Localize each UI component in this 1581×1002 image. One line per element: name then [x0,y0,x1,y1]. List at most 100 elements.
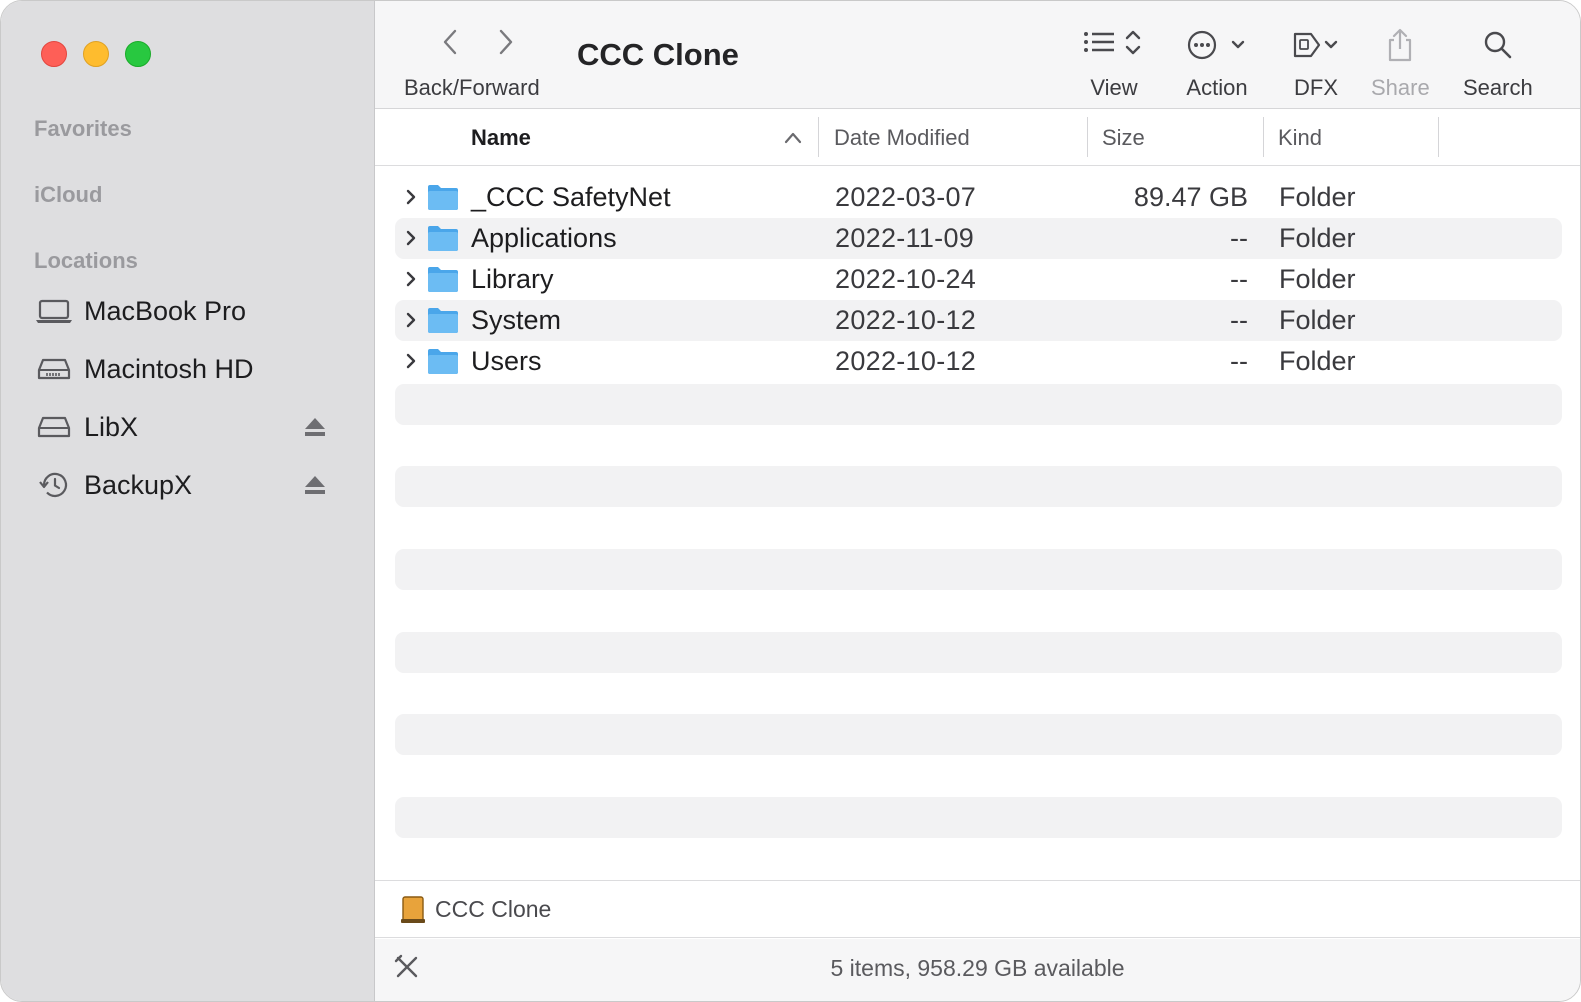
action-button[interactable]: Action [1185,25,1249,101]
maximize-window-button[interactable] [125,41,151,67]
file-name: System [471,305,562,335]
chevron-right-icon[interactable] [493,27,517,57]
column-divider[interactable] [818,117,819,157]
sidebar-section-favorites[interactable]: Favorites [34,116,132,142]
column-header: Name Date Modified Size Kind [375,109,1580,166]
chevron-right-icon[interactable] [403,186,419,208]
ellipsis-circle-icon [1187,30,1245,60]
folder-icon [428,308,458,333]
sidebar-section-icloud[interactable]: iCloud [34,182,102,208]
file-row[interactable]: Applications 2022-11-09 -- Folder [395,218,1562,259]
chevron-right-icon[interactable] [403,227,419,249]
file-row[interactable]: Library 2022-10-24 -- Folder [395,259,1562,300]
file-size: 89.47 GB [1133,182,1248,212]
back-forward-label: Back/Forward [404,75,540,100]
file-kind: Folder [1279,305,1356,335]
folder-icon [428,349,458,374]
external-disk-icon [401,896,425,923]
empty-row-stripe [395,714,1562,755]
folder-icon [428,267,458,292]
dfx-tag-icon [1293,32,1338,58]
file-date: 2022-11-09 [835,223,975,253]
folder-icon [428,226,458,251]
file-date: 2022-10-12 [835,346,977,376]
file-kind: Folder [1279,223,1356,253]
file-name: _CCC SafetyNet [471,182,671,212]
chevron-right-icon[interactable] [403,309,419,331]
empty-row-stripe [395,466,1562,507]
eject-icon[interactable] [303,473,327,497]
file-kind: Folder [1279,264,1356,294]
eject-icon[interactable] [303,415,327,439]
column-divider[interactable] [1087,117,1088,157]
file-date: 2022-10-12 [835,305,977,335]
search-label: Search [1463,75,1533,100]
dfx-label: DFX [1294,75,1338,100]
file-size: -- [1230,305,1248,335]
sidebar: Favorites iCloud Locations MacBook Pro M… [1,1,375,1001]
status-text: 5 items, 958.29 GB available [830,955,1125,981]
empty-row-stripe [395,384,1562,425]
view-button[interactable]: View [1082,25,1146,101]
minimize-window-button[interactable] [83,41,109,67]
dfx-button[interactable]: DFX [1291,25,1341,101]
file-size: -- [1230,223,1248,253]
empty-row-stripe [395,797,1562,838]
file-row[interactable]: Users 2022-10-12 -- Folder [395,341,1562,382]
sidebar-item-macintosh-hd[interactable]: Macintosh HD [35,349,335,389]
column-name[interactable]: Name [471,109,531,166]
laptop-icon [35,296,73,326]
column-kind[interactable]: Kind [1278,109,1322,166]
sidebar-section-locations[interactable]: Locations [34,248,138,274]
sidebar-item-macbook-pro[interactable]: MacBook Pro [35,291,335,331]
file-size: -- [1230,264,1248,294]
file-date: 2022-03-07 [835,182,977,212]
sidebar-item-backupx[interactable]: BackupX [35,465,335,505]
view-label: View [1090,75,1138,100]
empty-row-stripe [395,549,1562,590]
file-name: Library [471,264,554,294]
file-name: Users [471,346,542,376]
share-button[interactable]: Share [1371,25,1430,101]
file-kind: Folder [1279,182,1356,212]
column-divider[interactable] [1263,117,1264,157]
column-divider[interactable] [1438,117,1439,157]
internal-drive-icon [35,354,73,384]
window-title: CCC Clone [577,37,739,72]
sidebar-item-label: Macintosh HD [84,353,254,384]
path-bar: CCC Clone [375,880,1580,938]
sidebar-item-libx[interactable]: LibX [35,407,335,447]
file-name: Applications [471,223,617,253]
chevron-up-icon[interactable] [783,128,803,148]
chevron-right-icon[interactable] [403,268,419,290]
sidebar-item-label: MacBook Pro [84,295,247,326]
column-size[interactable]: Size [1102,109,1145,166]
toolbar: Back/Forward CCC Clone View Action DFX S… [375,1,1580,109]
file-row[interactable]: System 2022-10-12 -- Folder [395,300,1562,341]
window-controls [41,41,151,67]
sidebar-item-label: BackupX [84,469,193,500]
time-machine-icon [35,470,73,500]
file-row[interactable]: _CCC SafetyNet 2022-03-07 89.47 GB Folde… [395,177,1562,218]
sidebar-item-label: LibX [84,411,139,442]
chevron-left-icon[interactable] [439,27,463,57]
column-date-modified[interactable]: Date Modified [834,109,970,166]
empty-row-stripe [395,632,1562,673]
search-button[interactable]: Search [1463,25,1533,101]
file-date: 2022-10-24 [835,264,977,294]
list-view-icon [1084,30,1141,55]
share-icon [1389,28,1412,62]
chevron-right-icon[interactable] [403,350,419,372]
external-drive-icon [35,412,73,442]
status-bar: 5 items, 958.29 GB available [375,939,1580,1001]
path-item[interactable]: CCC Clone [435,896,551,923]
file-size: -- [1230,346,1248,376]
file-kind: Folder [1279,346,1356,376]
folder-icon [428,185,458,210]
close-window-button[interactable] [41,41,67,67]
finder-window: Favorites iCloud Locations MacBook Pro M… [0,0,1581,1002]
search-icon [1484,31,1512,59]
back-forward-control [439,27,517,57]
action-label: Action [1186,75,1248,100]
share-label: Share [1371,75,1430,100]
